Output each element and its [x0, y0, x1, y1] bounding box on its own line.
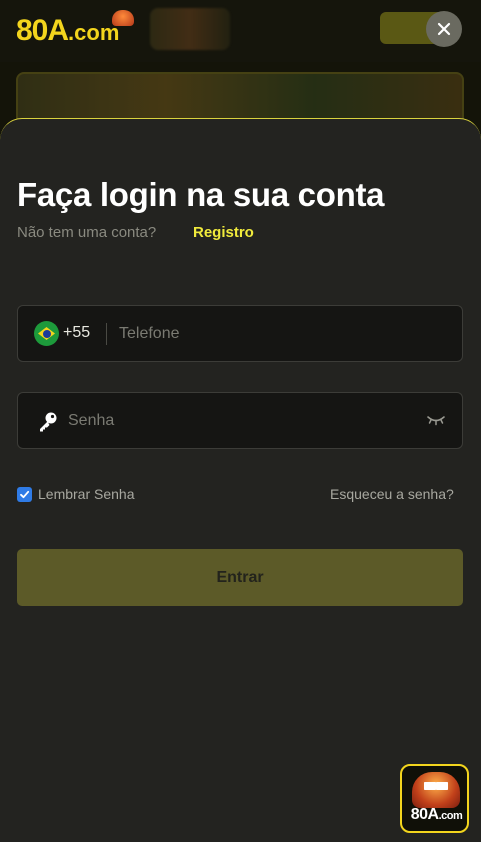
- app-download-badge[interactable]: 80A.com: [400, 764, 469, 833]
- phone-field[interactable]: +55: [17, 305, 463, 362]
- logo-mascot-icon: [112, 10, 134, 26]
- mascot-icon: [412, 772, 460, 808]
- eye-closed-icon[interactable]: [426, 413, 446, 427]
- logo-main-text: 80A: [16, 14, 69, 47]
- remember-password-toggle[interactable]: Lembrar Senha: [17, 486, 135, 502]
- key-icon: [40, 412, 57, 432]
- badge-logo: 80A.com: [410, 806, 463, 823]
- no-account-text: Não tem uma conta?: [17, 224, 157, 241]
- brazil-flag-icon[interactable]: [34, 321, 59, 346]
- phone-input[interactable]: [119, 323, 439, 345]
- checkmark-icon: [20, 490, 30, 498]
- password-field[interactable]: [17, 392, 463, 449]
- close-icon: [437, 22, 451, 36]
- login-submit-button[interactable]: Entrar: [17, 549, 463, 606]
- country-code[interactable]: +55: [63, 324, 90, 342]
- remember-label[interactable]: Lembrar Senha: [38, 486, 135, 502]
- site-header: 80A.com: [0, 0, 481, 62]
- forgot-password-link[interactable]: Esqueceu a senha?: [330, 486, 454, 502]
- site-logo: 80A.com: [16, 14, 119, 50]
- close-button[interactable]: [426, 11, 462, 47]
- password-input[interactable]: [68, 410, 408, 432]
- field-divider: [106, 323, 107, 345]
- register-link[interactable]: Registro: [193, 224, 254, 241]
- remember-checkbox[interactable]: [17, 486, 32, 502]
- header-promo-image: [150, 8, 230, 50]
- login-title: Faça login na sua conta: [17, 176, 385, 213]
